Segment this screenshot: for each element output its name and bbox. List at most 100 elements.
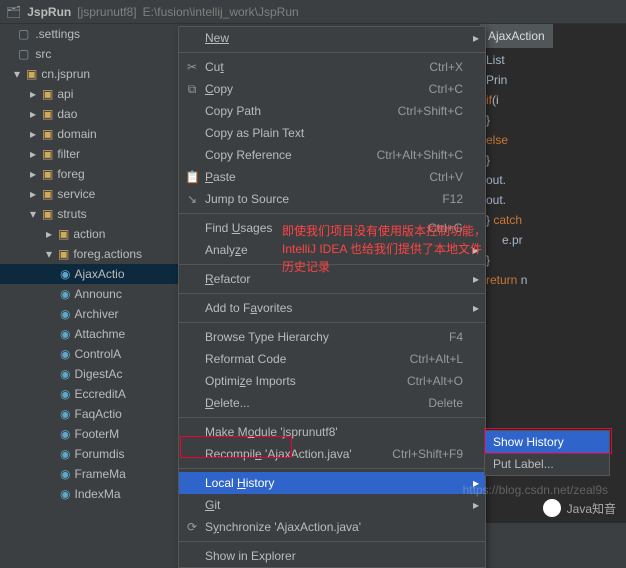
class-icon: ◉ [60,327,70,341]
menu-synchronize[interactable]: ⟳Synchronize 'AjaxAction.java' [179,516,485,538]
label: Find Usages [205,221,272,235]
label: ControlA [74,347,121,361]
label: cn.jsprun [41,67,90,81]
label: domain [57,127,96,141]
menu-local-history[interactable]: Local History▸ [179,472,485,494]
menu-git[interactable]: Git▸ [179,494,485,516]
chevron-right-icon: ▸ [28,147,38,161]
menu-delete[interactable]: Delete...Delete [179,392,485,414]
shortcut: Ctrl+G [428,221,463,235]
menu-copy-plain[interactable]: Copy as Plain Text [179,122,485,144]
label: Reformat Code [205,352,286,366]
label: Analyze [205,243,248,257]
label: api [57,87,73,101]
label: FrameMa [74,467,125,481]
class-icon: ◉ [60,447,70,461]
menu-optimize[interactable]: Optimize ImportsCtrl+Alt+O [179,370,485,392]
tree-item[interactable]: ▾▣struts [0,204,178,224]
class-icon: ◉ [60,287,70,301]
package-icon: ▣ [58,247,69,261]
label: Recompile 'AjaxAction.java' [205,447,352,461]
menu-paste[interactable]: 📋PasteCtrl+V [179,166,485,188]
menu-reformat[interactable]: Reformat CodeCtrl+Alt+L [179,348,485,370]
chevron-right-icon: ▸ [28,167,38,181]
tree-item[interactable]: ▸▣api [0,84,178,104]
tree-file[interactable]: ◉FaqActio [0,404,178,424]
tree-item[interactable]: ▸▣foreg [0,164,178,184]
label: .settings [35,27,80,41]
chevron-right-icon: ▸ [473,243,479,257]
menu-copy-path[interactable]: Copy PathCtrl+Shift+C [179,100,485,122]
submenu-show-history[interactable]: Show History [485,431,609,453]
shortcut: Ctrl+Alt+O [407,374,463,388]
class-icon: ◉ [60,367,70,381]
menu-analyze[interactable]: Analyze ▸ [179,239,485,261]
label: Copy Reference [205,148,292,162]
menu-make-module[interactable]: Make Module 'jsprunutf8' [179,421,485,443]
code-line: out. [486,190,620,210]
menu-copy-ref[interactable]: Copy ReferenceCtrl+Alt+Shift+C [179,144,485,166]
chevron-down-icon: ▾ [12,67,22,81]
copy-icon: ⧉ [185,82,199,97]
menu-jump[interactable]: ↘Jump to SourceF12 [179,188,485,210]
menu-favorites[interactable]: Add to Favorites ▸ [179,297,485,319]
shortcut: Ctrl+X [429,60,463,74]
shortcut: F4 [449,330,463,344]
menu-refactor[interactable]: Refactor▸ [179,268,485,290]
menu-recompile[interactable]: Recompile 'AjaxAction.java'Ctrl+Shift+F9 [179,443,485,465]
label: FaqActio [74,407,121,421]
folder-icon: ▢ [18,47,29,61]
menu-find-usages[interactable]: Find Usages Ctrl+G [179,217,485,239]
menu-copy[interactable]: ⧉CopyCtrl+C [179,78,485,100]
folder-icon: ▢ [18,27,29,41]
tree-file[interactable]: ◉ControlA [0,344,178,364]
tree-item[interactable]: ▸▣action [0,224,178,244]
project-path: E:\fusion\intellij_work\JspRun [143,5,299,19]
branch-label: [jsprunutf8] [77,5,136,19]
chevron-right-icon: ▸ [28,187,38,201]
submenu-put-label[interactable]: Put Label... [485,453,609,475]
label: Add to Favorites [205,301,292,315]
label: Copy [205,82,233,96]
label: service [57,187,95,201]
tree-item[interactable]: ▸▣filter [0,144,178,164]
tree-file[interactable]: ◉AjaxActio [0,264,178,284]
label: Paste [205,170,236,184]
label: New [205,31,229,45]
chevron-right-icon: ▸ [473,301,479,315]
tree-file[interactable]: ◉Forumdis [0,444,178,464]
menu-browse-hierarchy[interactable]: Browse Type HierarchyF4 [179,326,485,348]
tree-file[interactable]: ◉DigestAc [0,364,178,384]
code-line: Prin [486,70,620,90]
tree-file[interactable]: ◉ FrameMa [0,464,178,484]
label: foreg [57,167,84,181]
project-name: JspRun [27,5,71,19]
menu-show-explorer[interactable]: Show in Explorer [179,545,485,567]
tree-file[interactable]: ◉Attachme [0,324,178,344]
package-icon: ▣ [26,67,37,81]
tree-file[interactable]: ◉Archiver [0,304,178,324]
tree-item[interactable]: ▸▣dao [0,104,178,124]
chevron-right-icon: ▸ [473,31,479,45]
tree-file[interactable]: ◉EccreditA [0,384,178,404]
class-icon: ◉ [60,487,70,501]
label: Copy as Plain Text [205,126,304,140]
package-icon: ▣ [42,187,53,201]
class-icon: ◉ [60,267,70,281]
tree-item[interactable]: ▾▣foreg.actions [0,244,178,264]
label: Show in Explorer [205,549,296,563]
tree-file[interactable]: ◉FooterM [0,424,178,444]
tree-item[interactable]: ▸▣domain [0,124,178,144]
package-icon: ▣ [58,227,69,241]
menu-new[interactable]: New ▸ [179,27,485,49]
watermark-url: https://blog.csdn.net/zeal9s [463,483,608,497]
tree-item[interactable]: ▸ ▣ service [0,184,178,204]
tree-file[interactable]: ◉IndexMa [0,484,178,504]
tree-pkg-root[interactable]: ▾ ▣ cn.jsprun [0,64,178,84]
tree-file[interactable]: ◉Announc [0,284,178,304]
class-icon: ◉ [60,467,70,481]
sync-icon: ⟳ [185,520,199,534]
editor-tab[interactable]: AjaxAction [480,24,553,48]
menu-cut[interactable]: ✂CutCtrl+X [179,56,485,78]
label: Delete... [205,396,250,410]
